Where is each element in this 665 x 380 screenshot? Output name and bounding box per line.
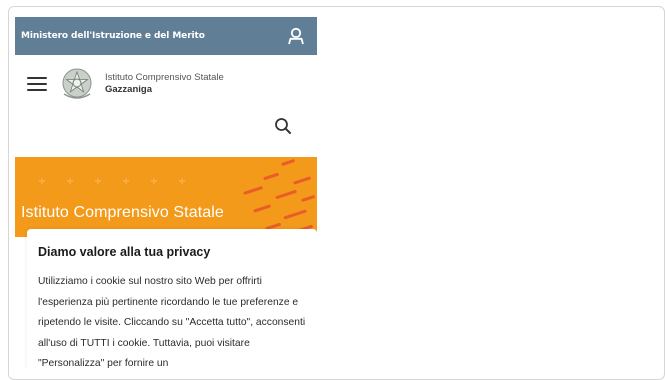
ministry-link[interactable]: Ministero dell'Istruzione e del Merito (21, 31, 205, 41)
school-name-line1[interactable]: Istituto Comprensivo Statale (105, 72, 224, 84)
search-icon[interactable] (273, 116, 293, 136)
hero-banner: Istituto Comprensivo Statale (15, 157, 317, 237)
search-row (15, 113, 317, 141)
ministry-topbar: Ministero dell'Istruzione e del Merito (15, 17, 317, 55)
emblem-icon (62, 68, 92, 99)
cookie-dialog-title: Diamo valore alla tua privacy (38, 245, 211, 259)
user-icon[interactable] (285, 25, 307, 47)
cookie-dialog-body: Utilizziamo i cookie sul nostro sito Web… (38, 276, 306, 369)
cookie-consent-dialog: Diamo valore alla tua privacy Utilizziam… (27, 229, 317, 369)
hamburger-icon[interactable] (27, 77, 47, 91)
hero-pattern (39, 159, 315, 232)
hero-title: Istituto Comprensivo Statale (21, 204, 224, 221)
mobile-viewport: Ministero dell'Istruzione e del Merito I… (15, 17, 317, 369)
school-name-line2[interactable]: Gazzaniga (105, 84, 224, 96)
site-header: Istituto Comprensivo Statale Gazzaniga (15, 55, 317, 113)
